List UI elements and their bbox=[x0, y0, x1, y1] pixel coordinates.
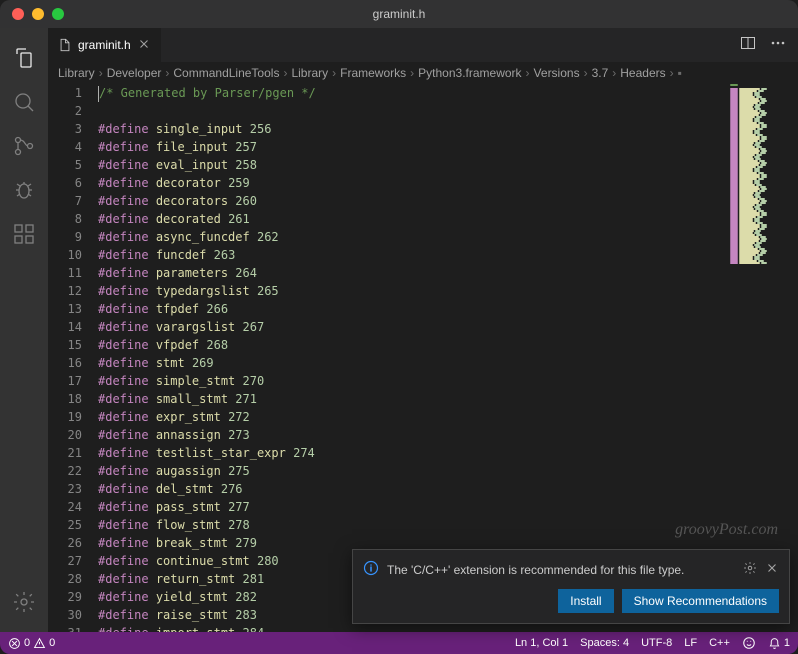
tab-close-icon[interactable] bbox=[137, 37, 151, 54]
explorer-icon[interactable] bbox=[0, 36, 48, 80]
maximize-window-button[interactable] bbox=[52, 8, 64, 20]
info-icon bbox=[363, 560, 379, 579]
breadcrumb-item[interactable]: Headers bbox=[620, 66, 665, 80]
notification-gear-icon[interactable] bbox=[743, 561, 757, 578]
install-button[interactable]: Install bbox=[558, 589, 613, 613]
status-cursor-position[interactable]: Ln 1, Col 1 bbox=[515, 637, 568, 649]
recommendation-notification: The 'C/C++' extension is recommended for… bbox=[352, 549, 790, 624]
line-number-gutter: 1234567891011121314151617181920212223242… bbox=[48, 84, 98, 632]
more-actions-icon[interactable] bbox=[770, 35, 786, 56]
breadcrumb-item[interactable]: Frameworks bbox=[340, 66, 406, 80]
notification-close-icon[interactable] bbox=[765, 561, 779, 578]
status-eol[interactable]: LF bbox=[684, 637, 697, 649]
chevron-right-icon: › bbox=[526, 66, 530, 80]
status-indentation[interactable]: Spaces: 4 bbox=[580, 637, 629, 649]
breadcrumb-item[interactable]: Versions bbox=[534, 66, 580, 80]
traffic-lights bbox=[0, 8, 64, 20]
chevron-right-icon: › bbox=[584, 66, 588, 80]
status-notifications-icon[interactable]: 1 bbox=[768, 637, 790, 650]
file-icon bbox=[58, 38, 72, 52]
tab-label: graminit.h bbox=[78, 38, 131, 52]
chevron-right-icon: › bbox=[612, 66, 616, 80]
chevron-right-icon: › bbox=[99, 66, 103, 80]
status-bar: 0 0 Ln 1, Col 1 Spaces: 4 UTF-8 LF C++ 1 bbox=[0, 632, 798, 654]
tab-bar: graminit.h bbox=[48, 28, 798, 62]
tab-graminit[interactable]: graminit.h bbox=[48, 28, 162, 62]
settings-gear-icon[interactable] bbox=[0, 580, 48, 624]
chevron-right-icon: › bbox=[670, 66, 674, 80]
show-recommendations-button[interactable]: Show Recommendations bbox=[622, 589, 779, 613]
chevron-right-icon: › bbox=[332, 66, 336, 80]
breadcrumb-item[interactable]: Python3.framework bbox=[418, 66, 521, 80]
window-title: graminit.h bbox=[373, 7, 426, 21]
chevron-right-icon: › bbox=[410, 66, 414, 80]
breadcrumb-item[interactable]: 3.7 bbox=[592, 66, 609, 80]
tab-actions bbox=[740, 28, 798, 62]
close-window-button[interactable] bbox=[12, 8, 24, 20]
chevron-right-icon: › bbox=[283, 66, 287, 80]
search-icon[interactable] bbox=[0, 80, 48, 124]
status-problems[interactable]: 0 0 bbox=[8, 637, 55, 650]
chevron-right-icon: › bbox=[165, 66, 169, 80]
breadcrumb[interactable]: Library›Developer›CommandLineTools›Libra… bbox=[48, 62, 798, 84]
source-control-icon[interactable] bbox=[0, 124, 48, 168]
breadcrumb-item[interactable]: Library bbox=[291, 66, 328, 80]
status-feedback-icon[interactable] bbox=[742, 636, 756, 650]
debug-icon[interactable] bbox=[0, 168, 48, 212]
extensions-icon[interactable] bbox=[0, 212, 48, 256]
title-bar: graminit.h bbox=[0, 0, 798, 28]
minimize-window-button[interactable] bbox=[32, 8, 44, 20]
split-editor-icon[interactable] bbox=[740, 35, 756, 56]
breadcrumb-item[interactable]: Developer bbox=[107, 66, 162, 80]
status-language[interactable]: C++ bbox=[709, 637, 730, 649]
status-encoding[interactable]: UTF-8 bbox=[641, 637, 672, 649]
notification-message: The 'C/C++' extension is recommended for… bbox=[387, 563, 735, 577]
breadcrumb-item[interactable]: CommandLineTools bbox=[173, 66, 279, 80]
breadcrumb-item[interactable]: Library bbox=[58, 66, 95, 80]
activity-bar bbox=[0, 28, 48, 632]
